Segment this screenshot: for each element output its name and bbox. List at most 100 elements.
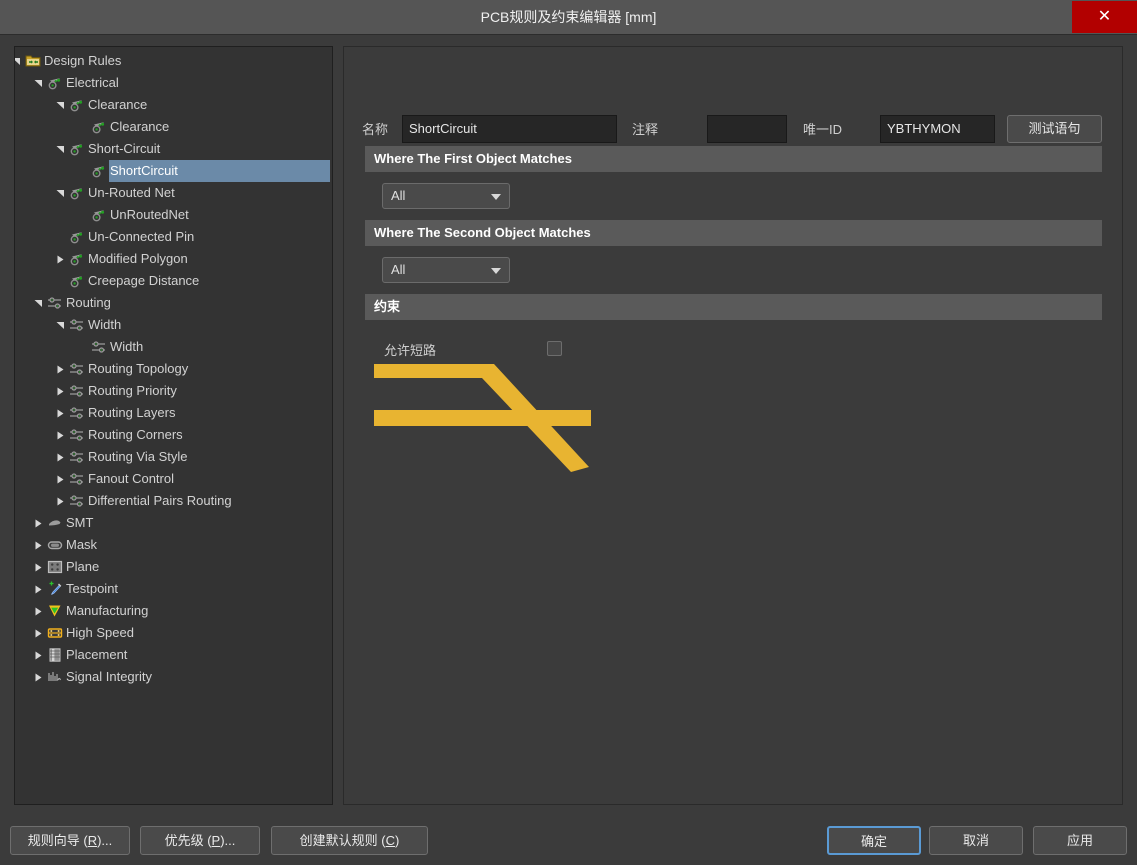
window-title: PCB规则及约束编辑器 [mm] (480, 9, 657, 25)
tree-item-electrical[interactable]: Electrical (15, 72, 332, 94)
tree-item-label: Routing Layers (88, 405, 176, 420)
ok-button[interactable]: 确定 (827, 826, 921, 855)
tree-list: Design Rules Electrical Clearance Clearance… (15, 47, 332, 688)
chevron-down-icon[interactable] (31, 292, 45, 314)
chevron-down-icon[interactable] (53, 182, 67, 204)
priority-label-pre: 优先级 ( (164, 833, 212, 848)
priority-accesskey: P (211, 833, 221, 848)
tree-item-clearance[interactable]: Clearance (15, 94, 332, 116)
tree-item-shortcircuit[interactable]: ShortCircuit (15, 160, 332, 182)
priority-label-post: )... (220, 833, 236, 848)
tree-item-label: ShortCircuit (110, 163, 178, 178)
design-rules-tree[interactable]: Design Rules Electrical Clearance Clearance… (14, 46, 333, 805)
tree-item-routing-priority[interactable]: Routing Priority (15, 380, 332, 402)
create-default-rules-accesskey: C (385, 833, 395, 848)
electrical-icon (91, 119, 107, 135)
chevron-right-icon[interactable] (53, 380, 67, 402)
chevron-right-icon[interactable] (53, 446, 67, 468)
priority-button[interactable]: 优先级 (P)... (140, 826, 260, 855)
cancel-button[interactable]: 取消 (929, 826, 1023, 855)
tree-item-width[interactable]: Width (15, 336, 332, 358)
tree-item-label: Routing Via Style (88, 449, 188, 464)
tree-item-routing[interactable]: Routing (15, 292, 332, 314)
chevron-right-icon[interactable] (31, 666, 45, 688)
first-object-scope-select[interactable]: All (382, 183, 510, 209)
tree-item-testpoint[interactable]: Testpoint (15, 578, 332, 600)
chevron-right-icon[interactable] (53, 402, 67, 424)
tree-item-un-connected-pin[interactable]: Un-Connected Pin (15, 226, 332, 248)
chevron-down-icon (491, 194, 501, 200)
chevron-down-icon[interactable] (15, 50, 23, 72)
tree-item-label: Routing Topology (88, 361, 189, 376)
chevron-right-icon[interactable] (31, 534, 45, 556)
chevron-down-icon[interactable] (31, 72, 45, 94)
constraints-section-header: 约束 (362, 294, 1102, 320)
tree-item-unroutednet[interactable]: UnRoutedNet (15, 204, 332, 226)
tree-item-label: Plane (66, 559, 100, 574)
tree-item-design-rules[interactable]: Design Rules (15, 50, 332, 72)
chevron-down-icon[interactable] (53, 94, 67, 116)
chevron-down-icon[interactable] (53, 138, 67, 160)
rule-editor-panel: 名称 ShortCircuit 注释 唯一ID YBTHYMON 测试语句 Wh… (343, 46, 1123, 805)
tree-item-routing-layers[interactable]: Routing Layers (15, 402, 332, 424)
tree-item-high-speed[interactable]: High Speed (15, 622, 332, 644)
tree-item-label: High Speed (66, 625, 134, 640)
chevron-right-icon[interactable] (31, 600, 45, 622)
test-query-button[interactable]: 测试语句 (1007, 115, 1102, 143)
tree-item-label: Un-Routed Net (88, 185, 175, 200)
tree-item-mask[interactable]: Mask (15, 534, 332, 556)
tree-item-label: Un-Connected Pin (88, 229, 195, 244)
rule-wizard-button[interactable]: 规则向导 (R)... (10, 826, 130, 855)
chevron-down-icon[interactable] (53, 314, 67, 336)
placement-icon (47, 647, 63, 663)
chevron-right-icon[interactable] (53, 490, 67, 512)
comment-input[interactable] (707, 115, 787, 143)
tree-item-plane[interactable]: Plane (15, 556, 332, 578)
close-icon[interactable]: ✕ (1072, 1, 1137, 33)
second-object-scope-value: All (391, 262, 406, 277)
name-input[interactable]: ShortCircuit (402, 115, 617, 143)
unique-id-input[interactable]: YBTHYMON (880, 115, 995, 143)
chevron-right-icon[interactable] (31, 556, 45, 578)
chevron-right-icon[interactable] (31, 512, 45, 534)
apply-button[interactable]: 应用 (1033, 826, 1127, 855)
first-object-section-header: Where The First Object Matches (362, 146, 1102, 172)
chevron-right-icon[interactable] (31, 578, 45, 600)
chevron-right-icon[interactable] (53, 424, 67, 446)
tree-item-routing-via-style[interactable]: Routing Via Style (15, 446, 332, 468)
create-default-rules-label-pre: 创建默认规则 ( (299, 833, 386, 848)
tree-item-modified-polygon[interactable]: Modified Polygon (15, 248, 332, 270)
chevron-right-icon[interactable] (53, 358, 67, 380)
tree-item-fanout-control[interactable]: Fanout Control (15, 468, 332, 490)
tree-item-placement[interactable]: Placement (15, 644, 332, 666)
tree-item-differential-pairs-routing[interactable]: Differential Pairs Routing (15, 490, 332, 512)
tree-item-smt[interactable]: SMT (15, 512, 332, 534)
tree-item-label: Routing Priority (88, 383, 177, 398)
tree-item-label: Routing (66, 295, 111, 310)
tree-item-label: Differential Pairs Routing (88, 493, 232, 508)
tree-item-manufacturing[interactable]: Manufacturing (15, 600, 332, 622)
name-label: 名称 (362, 122, 389, 137)
chevron-right-icon[interactable] (53, 248, 67, 270)
tree-item-label: Clearance (88, 97, 148, 112)
tree-item-clearance[interactable]: Clearance (15, 116, 332, 138)
chevron-right-icon[interactable] (31, 644, 45, 666)
tree-item-creepage-distance[interactable]: Creepage Distance (15, 270, 332, 292)
create-default-rules-label-post: ) (395, 833, 400, 848)
rule-wizard-accesskey: R (87, 833, 98, 848)
chevron-right-icon[interactable] (31, 622, 45, 644)
chevron-right-icon[interactable] (53, 468, 67, 490)
tree-item-un-routed-net[interactable]: Un-Routed Net (15, 182, 332, 204)
second-object-scope-select[interactable]: All (382, 257, 510, 283)
tree-item-short-circuit[interactable]: Short-Circuit (15, 138, 332, 160)
tree-item-routing-corners[interactable]: Routing Corners (15, 424, 332, 446)
electrical-icon (69, 185, 85, 201)
high-speed-icon (47, 625, 63, 641)
create-default-rules-button[interactable]: 创建默认规则 (C) (271, 826, 428, 855)
tree-item-width[interactable]: Width (15, 314, 332, 336)
routing-icon (69, 317, 85, 333)
tree-item-routing-topology[interactable]: Routing Topology (15, 358, 332, 380)
tree-item-signal-integrity[interactable]: Signal Integrity (15, 666, 332, 688)
mask-icon (47, 537, 63, 553)
tree-item-label: Clearance (110, 119, 170, 134)
